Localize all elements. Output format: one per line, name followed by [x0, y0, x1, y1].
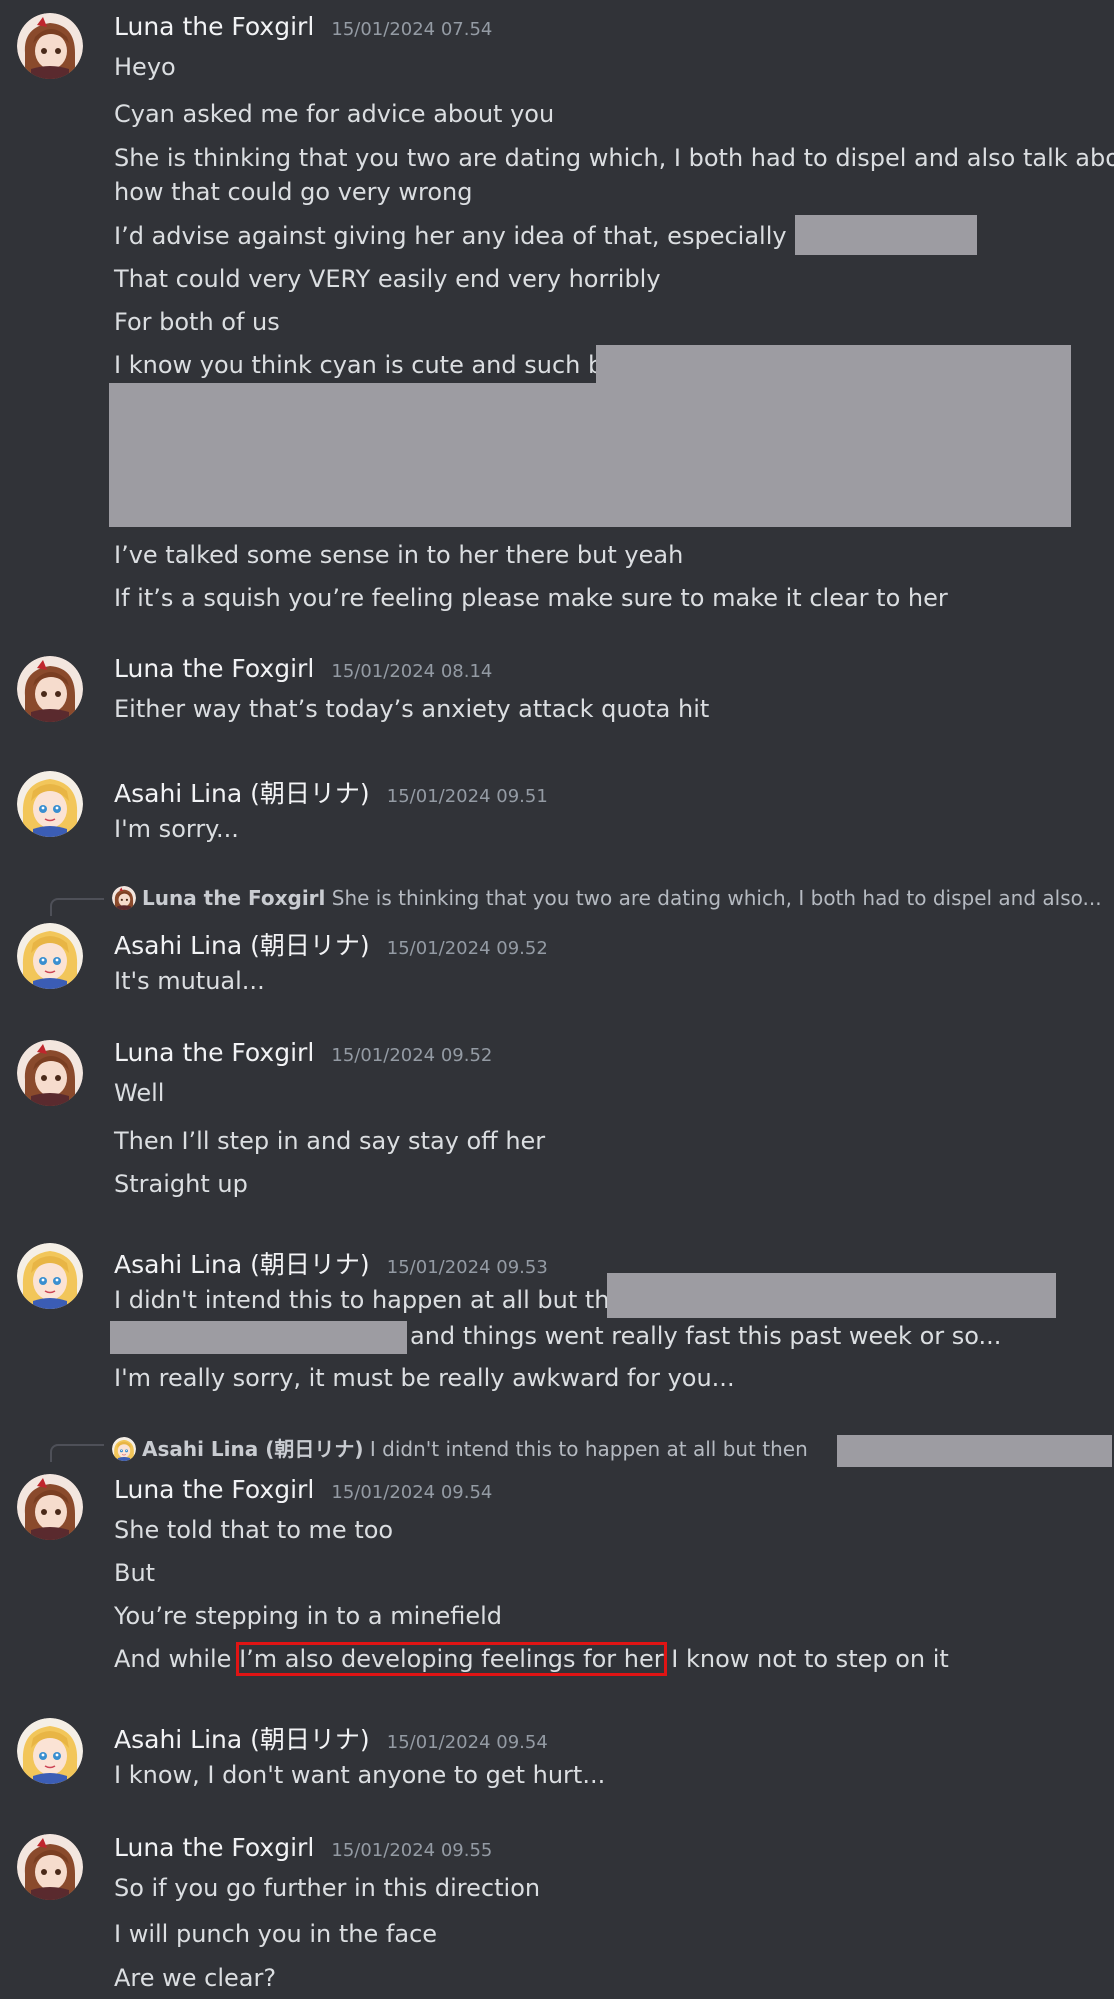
message-header: Luna the Foxgirl 15/01/2024 09.55: [114, 1833, 492, 1862]
author-name[interactable]: Luna the Foxgirl: [114, 1038, 314, 1067]
redacted-block: [837, 1435, 1112, 1467]
reply-text: She is thinking that you two are dating …: [331, 886, 1102, 910]
timestamp: 15/01/2024 07.54: [331, 19, 493, 40]
message-header: Asahi Lina (朝日リナ) 15/01/2024 09.51: [114, 774, 548, 810]
message-header: Luna the Foxgirl 15/01/2024 09.52: [114, 1038, 492, 1067]
message-text: I’ve talked some sense in to her there b…: [114, 541, 684, 569]
message-text: I'm sorry...: [114, 815, 239, 843]
reply-avatar: [112, 886, 136, 910]
message-text: For both of us: [114, 308, 280, 336]
highlighted-text: I’m also developing feelings for her: [236, 1642, 667, 1676]
author-name[interactable]: Luna the Foxgirl: [114, 1833, 314, 1862]
message-text: I didn't intend this to happen at all bu…: [114, 1286, 640, 1314]
author-name[interactable]: Luna the Foxgirl: [114, 654, 314, 683]
author-name[interactable]: Asahi Lina (朝日リナ): [114, 931, 370, 960]
message-header: Asahi Lina (朝日リナ) 15/01/2024 09.52: [114, 926, 548, 962]
message-header: Luna the Foxgirl 15/01/2024 07.54: [114, 12, 492, 41]
author-name[interactable]: Luna the Foxgirl: [114, 12, 314, 41]
timestamp: 15/01/2024 09.53: [386, 1257, 548, 1278]
message-text: Are we clear?: [114, 1964, 277, 1992]
message-text: I know you think cyan is cute and such b…: [114, 351, 636, 379]
message-text: I will punch you in the face: [114, 1920, 438, 1948]
message-text: and things went really fast this past we…: [410, 1322, 1002, 1350]
reply-author: Asahi Lina (朝日リナ): [142, 1437, 364, 1461]
redacted-block: [596, 345, 1071, 385]
author-name[interactable]: Luna the Foxgirl: [114, 1475, 314, 1504]
reply-text: I didn't intend this to happen at all bu…: [369, 1437, 808, 1461]
timestamp: 15/01/2024 09.54: [331, 1482, 493, 1503]
timestamp: 15/01/2024 09.52: [386, 938, 548, 959]
message-text-part: I know not to step on it: [663, 1645, 949, 1673]
message-text: I know, I don't want anyone to get hurt.…: [114, 1761, 606, 1789]
message-header: Luna the Foxgirl 15/01/2024 08.14: [114, 654, 492, 683]
avatar[interactable]: [17, 923, 83, 989]
author-name[interactable]: Asahi Lina (朝日リナ): [114, 1250, 370, 1279]
message-text: Well: [114, 1079, 165, 1107]
message-text: If it’s a squish you’re feeling please m…: [114, 584, 948, 612]
message-text: And while I’m also developing feelings f…: [114, 1642, 949, 1676]
timestamp: 15/01/2024 09.54: [386, 1732, 548, 1753]
timestamp: 15/01/2024 09.55: [331, 1840, 493, 1861]
reply-spine: [50, 1444, 104, 1462]
reply-preview[interactable]: Asahi Lina (朝日リナ) I didn't intend this t…: [112, 1435, 808, 1463]
avatar[interactable]: [17, 1718, 83, 1784]
message-text: So if you go further in this direction: [114, 1874, 541, 1902]
redacted-block: [110, 1321, 407, 1354]
reply-author: Luna the Foxgirl: [142, 886, 326, 910]
author-name[interactable]: Asahi Lina (朝日リナ): [114, 779, 370, 808]
avatar[interactable]: [17, 656, 83, 722]
avatar[interactable]: [17, 1243, 83, 1309]
message-text: It's mutual...: [114, 967, 265, 995]
message-text: You’re stepping in to a minefield: [114, 1602, 502, 1630]
message-text: I’d advise against giving her any idea o…: [114, 222, 860, 250]
avatar[interactable]: [17, 1040, 83, 1106]
reply-avatar: [112, 1437, 136, 1461]
redacted-block: [607, 1273, 1056, 1318]
message-text: That could very VERY easily end very hor…: [114, 265, 661, 293]
message-text-part: And while: [114, 1645, 240, 1673]
timestamp: 15/01/2024 09.51: [386, 786, 548, 807]
reply-preview[interactable]: Luna the Foxgirl She is thinking that yo…: [112, 884, 1102, 912]
message-text: Then I’ll step in and say stay off her: [114, 1127, 546, 1155]
avatar[interactable]: [17, 13, 83, 79]
message-text: Straight up: [114, 1170, 248, 1198]
reply-spine: [50, 898, 104, 916]
message-header: Luna the Foxgirl 15/01/2024 09.54: [114, 1475, 492, 1504]
redacted-block: [795, 215, 977, 255]
avatar[interactable]: [17, 1474, 83, 1540]
avatar[interactable]: [17, 771, 83, 837]
message-text: I'm really sorry, it must be really awkw…: [114, 1364, 735, 1392]
message-text: Either way that’s today’s anxiety attack…: [114, 695, 710, 723]
redacted-block: [109, 383, 1071, 527]
message-text: Cyan asked me for advice about you: [114, 100, 555, 128]
message-header: Asahi Lina (朝日リナ) 15/01/2024 09.53: [114, 1245, 548, 1281]
avatar[interactable]: [17, 1834, 83, 1900]
message-text: She is thinking that you two are dating …: [114, 144, 1114, 172]
message-text: how that could go very wrong: [114, 178, 473, 206]
timestamp: 15/01/2024 09.52: [331, 1045, 493, 1066]
message-text: Heyo: [114, 53, 176, 81]
author-name[interactable]: Asahi Lina (朝日リナ): [114, 1725, 370, 1754]
message-text: But: [114, 1559, 156, 1587]
message-text: She told that to me too: [114, 1516, 394, 1544]
message-header: Asahi Lina (朝日リナ) 15/01/2024 09.54: [114, 1720, 548, 1756]
timestamp: 15/01/2024 08.14: [331, 661, 493, 682]
